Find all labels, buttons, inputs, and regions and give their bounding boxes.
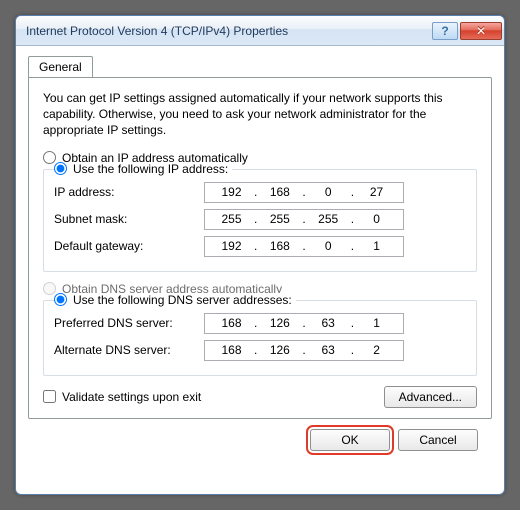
radio-use-ip-row: Use the following IP address: xyxy=(54,162,232,176)
gateway-label: Default gateway: xyxy=(54,239,204,253)
radio-use-ip[interactable] xyxy=(54,162,67,175)
radio-use-dns[interactable] xyxy=(54,293,67,306)
dns-group: Use the following DNS server addresses: … xyxy=(43,300,477,376)
ip-address-input[interactable]: . . . xyxy=(204,182,404,203)
help-icon: ? xyxy=(441,24,448,38)
ip-address-label: IP address: xyxy=(54,185,204,199)
validate-checkbox-row: Validate settings upon exit xyxy=(43,390,201,404)
ip-oct2[interactable] xyxy=(257,185,302,199)
validate-checkbox[interactable] xyxy=(43,390,56,403)
ad-oct2[interactable] xyxy=(257,343,302,357)
ip-group: Use the following IP address: IP address… xyxy=(43,169,477,272)
close-icon: ✕ xyxy=(476,24,486,38)
titlebar: Internet Protocol Version 4 (TCP/IPv4) P… xyxy=(16,16,504,46)
pd-oct3[interactable] xyxy=(306,316,351,330)
sn-oct4[interactable] xyxy=(354,212,399,226)
advanced-button[interactable]: Advanced... xyxy=(384,386,477,408)
tab-general[interactable]: General xyxy=(28,56,93,77)
radio-use-dns-label: Use the following DNS server addresses: xyxy=(73,293,292,307)
ok-button[interactable]: OK xyxy=(310,429,390,451)
pd-oct4[interactable] xyxy=(354,316,399,330)
gw-oct1[interactable] xyxy=(209,239,254,253)
pd-oct1[interactable] xyxy=(209,316,254,330)
close-button[interactable]: ✕ xyxy=(460,22,502,40)
description-text: You can get IP settings assigned automat… xyxy=(43,90,477,139)
ip-oct3[interactable] xyxy=(306,185,351,199)
alt-dns-label: Alternate DNS server: xyxy=(54,343,204,357)
subnet-label: Subnet mask: xyxy=(54,212,204,226)
gw-oct2[interactable] xyxy=(257,239,302,253)
sn-oct2[interactable] xyxy=(257,212,302,226)
tabstrip: General xyxy=(28,56,492,78)
pref-dns-input[interactable]: . . . xyxy=(204,313,404,334)
sn-oct3[interactable] xyxy=(306,212,351,226)
validate-label: Validate settings upon exit xyxy=(62,390,201,404)
footer: OK Cancel xyxy=(28,419,492,451)
dialog-window: Internet Protocol Version 4 (TCP/IPv4) P… xyxy=(15,15,505,495)
help-button[interactable]: ? xyxy=(432,22,458,40)
sn-oct1[interactable] xyxy=(209,212,254,226)
gw-oct4[interactable] xyxy=(354,239,399,253)
alt-dns-input[interactable]: . . . xyxy=(204,340,404,361)
validate-row: Validate settings upon exit Advanced... xyxy=(43,386,477,408)
ad-oct1[interactable] xyxy=(209,343,254,357)
general-panel: You can get IP settings assigned automat… xyxy=(28,77,492,419)
ip-oct4[interactable] xyxy=(354,185,399,199)
pref-dns-label: Preferred DNS server: xyxy=(54,316,204,330)
window-title: Internet Protocol Version 4 (TCP/IPv4) P… xyxy=(26,24,430,38)
ip-oct1[interactable] xyxy=(209,185,254,199)
pd-oct2[interactable] xyxy=(257,316,302,330)
content-area: General You can get IP settings assigned… xyxy=(16,46,504,459)
gw-oct3[interactable] xyxy=(306,239,351,253)
ad-oct3[interactable] xyxy=(306,343,351,357)
ad-oct4[interactable] xyxy=(354,343,399,357)
radio-use-dns-row: Use the following DNS server addresses: xyxy=(54,293,296,307)
subnet-input[interactable]: . . . xyxy=(204,209,404,230)
cancel-button[interactable]: Cancel xyxy=(398,429,478,451)
gateway-input[interactable]: . . . xyxy=(204,236,404,257)
radio-use-ip-label: Use the following IP address: xyxy=(73,162,228,176)
